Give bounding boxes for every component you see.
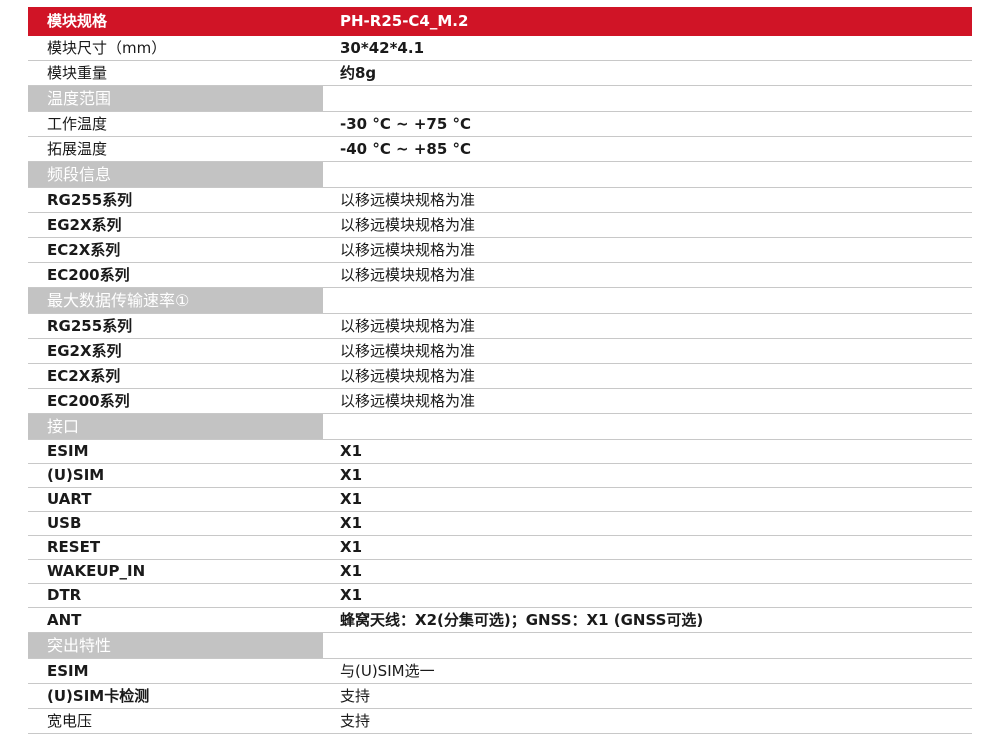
table-row: EC2X系列 以移远模块规格为准 [28, 364, 972, 389]
row-label: UART [47, 490, 92, 508]
row-label: EC2X系列 [47, 367, 121, 385]
section-header-row: 接口 [28, 414, 972, 440]
section-title: 最大数据传输速率① [28, 288, 323, 313]
section-blank-cell [323, 414, 972, 439]
table-header: 模块规格 PH-R25-C4_M.2 [28, 7, 972, 36]
table-row: USB X1 [28, 512, 972, 536]
row-value: -40 °C ~ +85 °C [340, 140, 472, 158]
table-row: EC200系列 以移远模块规格为准 [28, 263, 972, 288]
section-header-row: 频段信息 [28, 162, 972, 188]
section-blank-cell [323, 86, 972, 111]
table-row: ANT 蜂窝天线：X2(分集可选)；GNSS：X1 (GNSS可选) [28, 608, 972, 633]
table-row: 宽电压 支持 [28, 709, 972, 734]
table-row: EC2X系列 以移远模块规格为准 [28, 238, 972, 263]
table-row: 模块重量 约8g [28, 61, 972, 86]
section-title: 接口 [28, 414, 323, 439]
row-value: 以移远模块规格为准 [340, 216, 476, 234]
header-label: 模块规格 [47, 12, 108, 30]
row-value: 以移远模块规格为准 [340, 317, 476, 335]
section-blank-cell [323, 288, 972, 313]
row-label: WAKEUP_IN [47, 562, 146, 580]
table-row: UART X1 [28, 488, 972, 512]
table-row: RG255系列 以移远模块规格为准 [28, 188, 972, 213]
row-value: 以移远模块规格为准 [340, 342, 476, 360]
section-header-row: 温度范围 [28, 86, 972, 112]
row-label: 拓展温度 [47, 140, 108, 158]
row-label: DTR [47, 586, 82, 604]
table-row: WAKEUP_IN X1 [28, 560, 972, 584]
row-value: X1 [340, 562, 363, 580]
row-value: 支持 [340, 687, 371, 705]
row-value: 30*42*4.1 [340, 39, 425, 57]
table-row: 拓展温度 -40 °C ~ +85 °C [28, 137, 972, 162]
row-value: 以移远模块规格为准 [340, 241, 476, 259]
table-row: EC200系列 以移远模块规格为准 [28, 389, 972, 414]
row-label: ESIM [47, 442, 89, 460]
table-row: ESIM X1 [28, 440, 972, 464]
table-row: DTR X1 [28, 584, 972, 608]
row-label: 模块尺寸（mm） [47, 39, 167, 57]
section-header-row: 最大数据传输速率① [28, 288, 972, 314]
section-blank-cell [323, 633, 972, 658]
row-label: EC2X系列 [47, 241, 121, 259]
table-row: ESIM 与(U)SIM选一 [28, 659, 972, 684]
row-value: X1 [340, 466, 363, 484]
row-label: RG255系列 [47, 317, 133, 335]
row-label: 宽电压 [47, 712, 93, 730]
spec-table: 模块规格 PH-R25-C4_M.2 模块尺寸（mm） 30*42*4.1 模块重量… [28, 7, 972, 734]
row-value: X1 [340, 538, 363, 556]
section-blank-cell [323, 162, 972, 187]
row-value: 支持 [340, 712, 371, 730]
table-row: EG2X系列 以移远模块规格为准 [28, 339, 972, 364]
table-row: 模块尺寸（mm） 30*42*4.1 [28, 36, 972, 61]
row-value: 以移远模块规格为准 [340, 392, 476, 410]
row-label: RESET [47, 538, 101, 556]
row-label: 工作温度 [47, 115, 108, 133]
row-label: (U)SIM卡检测 [47, 687, 150, 705]
table-row: RG255系列 以移远模块规格为准 [28, 314, 972, 339]
table-row: RESET X1 [28, 536, 972, 560]
table-row: (U)SIM X1 [28, 464, 972, 488]
row-label: (U)SIM [47, 466, 105, 484]
row-value: 蜂窝天线：X2(分集可选)；GNSS：X1 (GNSS可选) [340, 611, 704, 629]
row-label: EC200系列 [47, 392, 130, 410]
table-row: (U)SIM卡检测 支持 [28, 684, 972, 709]
row-value: 与(U)SIM选一 [340, 662, 435, 680]
row-value: 以移远模块规格为准 [340, 266, 476, 284]
row-label: 模块重量 [47, 64, 108, 82]
table-row: EG2X系列 以移远模块规格为准 [28, 213, 972, 238]
section-title: 频段信息 [28, 162, 323, 187]
row-label: EG2X系列 [47, 216, 122, 234]
row-label: RG255系列 [47, 191, 133, 209]
table-body: 模块尺寸（mm） 30*42*4.1 模块重量 约8g 温度范围工作温度 -30 °C ~… [28, 36, 972, 734]
row-value: -30 °C ~ +75 °C [340, 115, 472, 133]
section-title: 温度范围 [28, 86, 323, 111]
row-value: X1 [340, 514, 363, 532]
row-value: X1 [340, 586, 363, 604]
row-label: ANT [47, 611, 82, 629]
row-value: X1 [340, 442, 363, 460]
table-row: 工作温度 -30 °C ~ +75 °C [28, 112, 972, 137]
row-value: 以移远模块规格为准 [340, 367, 476, 385]
row-value: X1 [340, 490, 363, 508]
header-value: PH-R25-C4_M.2 [340, 12, 469, 30]
row-label: EC200系列 [47, 266, 130, 284]
section-header-row: 突出特性 [28, 633, 972, 659]
section-title: 突出特性 [28, 633, 323, 658]
row-label: USB [47, 514, 82, 532]
row-label: ESIM [47, 662, 89, 680]
row-value: 约8g [340, 64, 377, 82]
row-value: 以移远模块规格为准 [340, 191, 476, 209]
row-label: EG2X系列 [47, 342, 122, 360]
